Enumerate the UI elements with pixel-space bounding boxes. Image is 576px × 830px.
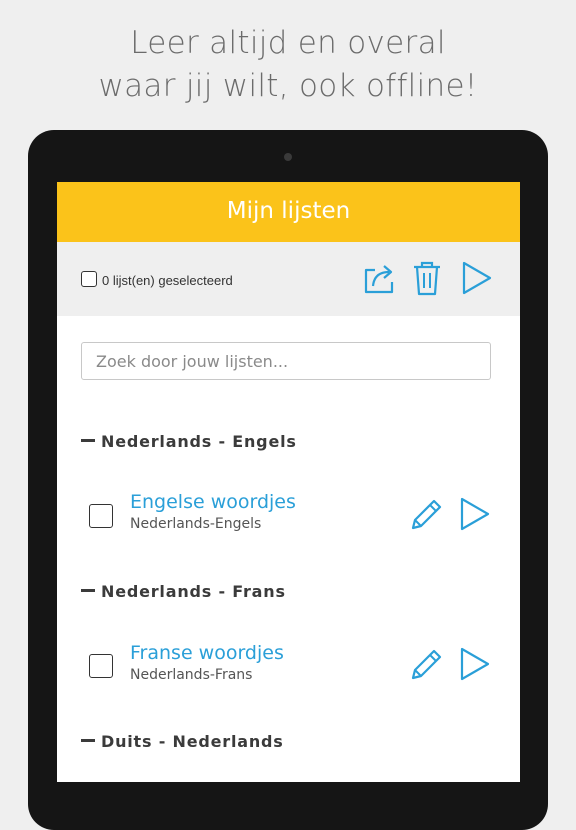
promo-line-2: waar jij wilt, ook offline!	[98, 68, 478, 104]
collapse-icon	[81, 739, 95, 742]
list-checkbox[interactable]	[89, 504, 113, 528]
group-name: Nederlands - Frans	[101, 582, 286, 601]
edit-icon[interactable]	[409, 646, 445, 682]
app-title: Mijn lijsten	[226, 198, 351, 224]
group-name: Nederlands - Engels	[101, 432, 297, 451]
group-header[interactable]: Nederlands - Engels	[81, 432, 297, 451]
edit-icon[interactable]	[409, 496, 445, 532]
list-title[interactable]: Franse woordjes	[130, 642, 284, 664]
app-bar: Mijn lijsten	[57, 182, 520, 242]
trash-icon[interactable]	[411, 259, 443, 297]
play-icon[interactable]	[459, 646, 491, 682]
list-subtitle: Nederlands-Engels	[130, 516, 262, 532]
share-icon[interactable]	[362, 260, 398, 296]
selection-count-label: 0 lijst(en) geselecteerd	[102, 273, 233, 288]
select-all-checkbox[interactable]	[81, 271, 97, 287]
list-subtitle: Nederlands-Frans	[130, 667, 253, 683]
camera-dot	[284, 153, 292, 161]
list-title[interactable]: Engelse woordjes	[130, 491, 296, 513]
group-header[interactable]: Duits - Nederlands	[81, 732, 284, 751]
play-icon[interactable]	[461, 260, 493, 296]
group-header[interactable]: Nederlands - Frans	[81, 582, 286, 601]
collapse-icon	[81, 439, 95, 442]
search-input[interactable]	[82, 343, 490, 379]
list-checkbox[interactable]	[89, 654, 113, 678]
collapse-icon	[81, 589, 95, 592]
play-icon[interactable]	[459, 496, 491, 532]
group-name: Duits - Nederlands	[101, 732, 284, 751]
promo-text: Leer altijd en overal waar jij wilt, ook…	[0, 22, 576, 108]
promo-line-1: Leer altijd en overal	[130, 25, 446, 61]
search-field[interactable]	[81, 342, 491, 380]
